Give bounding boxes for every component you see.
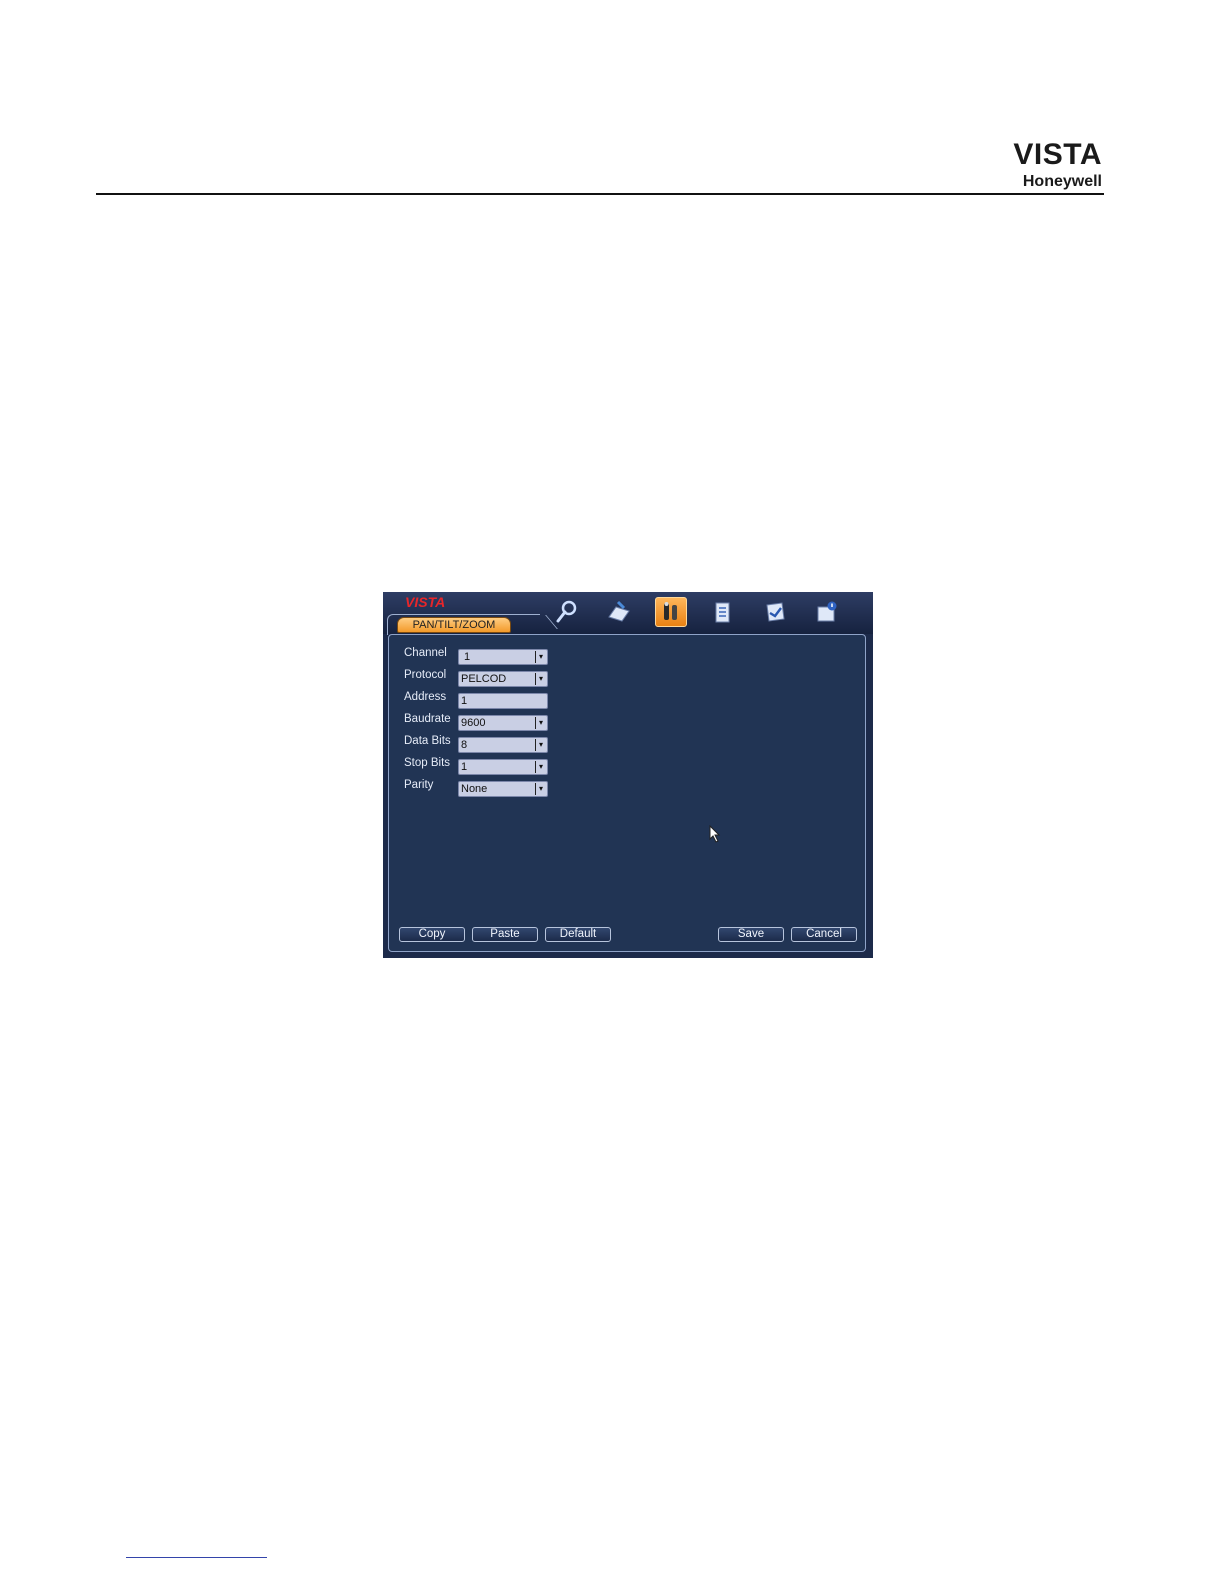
shutdown-icon[interactable] bbox=[811, 597, 843, 627]
brand-logo: VISTA Honeywell bbox=[1013, 140, 1102, 191]
data-bits-value: 8 bbox=[461, 739, 468, 751]
data-bits-select[interactable]: 8 ▾ bbox=[458, 737, 548, 753]
chevron-down-icon: ▾ bbox=[535, 673, 546, 685]
chevron-down-icon: ▾ bbox=[535, 783, 546, 795]
brand-subtitle: Honeywell bbox=[1022, 173, 1102, 190]
data-bits-label: Data Bits bbox=[404, 735, 451, 747]
tab-pan-tilt-zoom[interactable]: PAN/TILT/ZOOM bbox=[397, 617, 511, 633]
protocol-select[interactable]: PELCOD ▾ bbox=[458, 671, 548, 687]
app-logo: VISTA bbox=[405, 594, 446, 610]
channel-label: Channel bbox=[404, 647, 447, 659]
chevron-down-icon: ▾ bbox=[535, 739, 546, 751]
brand-title: VISTA bbox=[1013, 138, 1102, 171]
copy-button[interactable]: Copy bbox=[399, 927, 465, 942]
mouse-cursor-icon bbox=[709, 825, 721, 843]
stop-bits-select[interactable]: 1 ▾ bbox=[458, 759, 548, 775]
baudrate-select[interactable]: 9600 ▾ bbox=[458, 715, 548, 731]
chevron-down-icon: ▾ bbox=[535, 651, 546, 663]
header-divider bbox=[96, 193, 1104, 195]
stop-bits-label: Stop Bits bbox=[404, 757, 451, 769]
parity-select[interactable]: None ▾ bbox=[458, 781, 548, 797]
cancel-button[interactable]: Cancel bbox=[791, 927, 857, 942]
footnote-divider bbox=[126, 1557, 267, 1558]
baudrate-value: 9600 bbox=[461, 717, 486, 729]
default-button[interactable]: Default bbox=[545, 927, 611, 942]
chevron-down-icon: ▾ bbox=[535, 761, 546, 773]
chevron-down-icon: ▾ bbox=[535, 717, 546, 729]
dvr-toolbar: VISTA PAN/TILT/ZOOM bbox=[383, 592, 873, 635]
settings-panel: Channel 1 ▾ Protocol PELCOD ▾ Address 1 Ba… bbox=[388, 634, 866, 952]
ptz-settings-icon[interactable] bbox=[655, 597, 687, 627]
paste-button[interactable]: Paste bbox=[472, 927, 538, 942]
info-icon[interactable] bbox=[707, 597, 739, 627]
address-input[interactable]: 1 bbox=[458, 693, 548, 709]
address-label: Address bbox=[404, 691, 447, 703]
address-value: 1 bbox=[461, 695, 468, 707]
baudrate-label: Baudrate bbox=[404, 713, 451, 725]
advanced-icon[interactable] bbox=[759, 597, 791, 627]
dvr-ptz-window: VISTA PAN/TILT/ZOOM Channel 1 ▾ Protocol … bbox=[383, 592, 873, 958]
save-button[interactable]: Save bbox=[718, 927, 784, 942]
stop-bits-value: 1 bbox=[461, 761, 468, 773]
parity-value: None bbox=[461, 783, 488, 795]
protocol-value: PELCOD bbox=[461, 673, 507, 685]
channel-select[interactable]: 1 ▾ bbox=[458, 649, 548, 665]
record-icon[interactable] bbox=[603, 597, 635, 627]
protocol-label: Protocol bbox=[404, 669, 447, 681]
parity-label: Parity bbox=[404, 779, 434, 791]
search-icon[interactable] bbox=[551, 597, 583, 627]
channel-value: 1 bbox=[464, 651, 471, 663]
